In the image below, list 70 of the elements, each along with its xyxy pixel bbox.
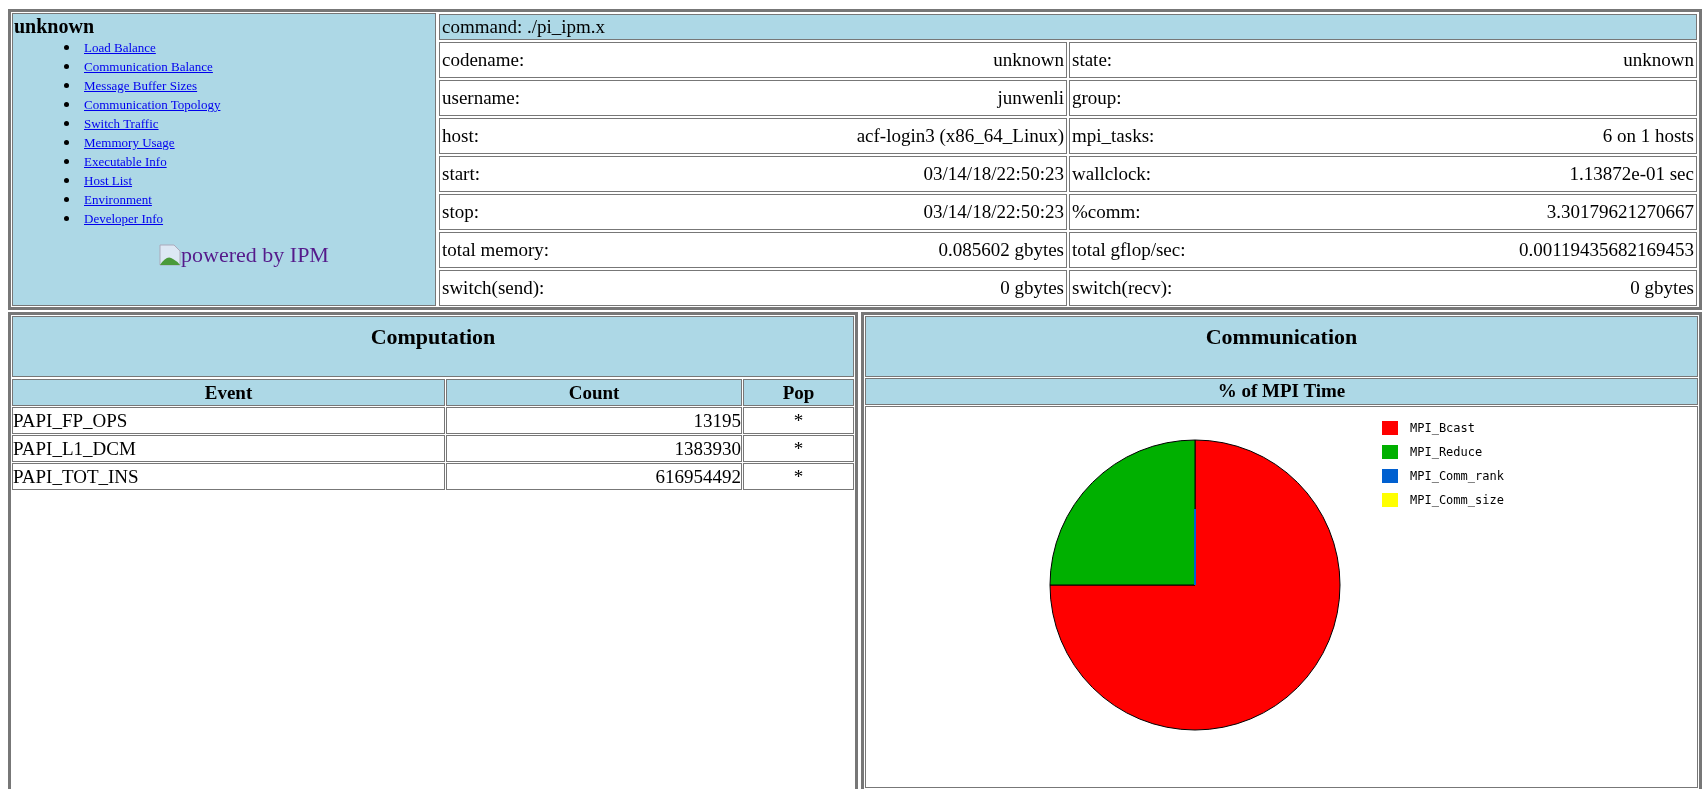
bullet-icon	[64, 83, 69, 88]
bullet-icon	[64, 64, 69, 69]
broken-image-icon	[159, 243, 182, 266]
legend-label: MPI_Bcast	[1410, 420, 1476, 437]
field-label: %comm:	[1072, 199, 1141, 224]
field-label: total gflop/sec:	[1072, 237, 1186, 262]
field-label: state:	[1072, 47, 1113, 72]
field-label: switch(recv):	[1072, 275, 1173, 300]
field-value: 3.30179621270667	[1546, 199, 1694, 224]
field-value: 03/14/18/22:50:23	[923, 161, 1064, 186]
section-header: Computation	[12, 316, 854, 377]
field-label: mpi_tasks:	[1072, 123, 1155, 148]
bullet-icon	[64, 45, 69, 50]
field-value: 0 gbytes	[1630, 275, 1694, 300]
bullet-icon	[64, 178, 69, 183]
table-cell: PAPI_L1_DCM	[12, 435, 445, 462]
table-cell: *	[743, 435, 854, 462]
report-link[interactable]: Developer Info	[84, 211, 164, 226]
field-label: host:	[442, 123, 479, 148]
report-link[interactable]: Executable Info	[84, 154, 167, 169]
powered-by-text: powered by IPM	[181, 241, 329, 269]
field-value: 0 gbytes	[1000, 275, 1064, 300]
legend-label: MPI_Comm_rank	[1410, 468, 1504, 485]
field-value: 0.085602 gbytes	[938, 237, 1064, 262]
field-label: total memory:	[442, 237, 550, 262]
field-label: codename:	[442, 47, 525, 72]
table-cell: 13195	[446, 407, 742, 434]
bullet-icon	[64, 197, 69, 202]
bullet-icon	[64, 121, 69, 126]
table-cell: PAPI_FP_OPS	[12, 407, 445, 434]
field-label: wallclock:	[1072, 161, 1152, 186]
field-value: 6 on 1 hosts	[1602, 123, 1694, 148]
chart-subtitle: % of MPI Time	[865, 378, 1698, 405]
column-header: Pop	[743, 379, 854, 406]
report-link[interactable]: Communication Balance	[84, 59, 213, 74]
legend-label: MPI_Comm_size	[1410, 492, 1504, 509]
field-label: group:	[1072, 85, 1122, 110]
field-label: username:	[442, 85, 521, 110]
bullet-icon	[64, 102, 69, 107]
bullet-icon	[64, 216, 69, 221]
table-cell: PAPI_TOT_INS	[12, 463, 445, 490]
table-cell: 616954492	[446, 463, 742, 490]
report-link[interactable]: Communication Topology	[84, 97, 221, 112]
field-value: 1.13872e-01 sec	[1569, 161, 1694, 186]
sidebar-title: unknown	[14, 15, 96, 37]
legend-label: MPI_Reduce	[1410, 444, 1483, 461]
bullet-icon	[64, 159, 69, 164]
table-cell: *	[743, 463, 854, 490]
bullet-icon	[64, 140, 69, 145]
report-link[interactable]: Load Balance	[84, 40, 156, 55]
field-value: 0.00119435682169453	[1518, 237, 1694, 262]
report-link[interactable]: Environment	[84, 192, 152, 207]
section-header: Communication	[865, 316, 1698, 377]
report-link[interactable]: Memmory Usage	[84, 135, 175, 150]
field-value: junwenli	[997, 85, 1064, 110]
field-label: stop:	[442, 199, 479, 224]
table-cell: 1383930	[446, 435, 742, 462]
field-value: unknown	[993, 47, 1064, 72]
field-value: unknown	[1623, 47, 1694, 72]
field-label: start:	[442, 161, 480, 186]
report-link[interactable]: Switch Traffic	[84, 116, 159, 131]
field-label: switch(send):	[442, 275, 545, 300]
table-cell: *	[743, 407, 854, 434]
field-value: 03/14/18/22:50:23	[923, 199, 1064, 224]
column-header: Count	[446, 379, 742, 406]
column-header: Event	[12, 379, 445, 406]
field-value: acf-login3 (x86_64_Linux)	[856, 123, 1064, 148]
report-link[interactable]: Host List	[84, 173, 133, 188]
command-header: command: ./pi_ipm.x	[439, 14, 1697, 40]
report-link[interactable]: Message Buffer Sizes	[84, 78, 198, 93]
